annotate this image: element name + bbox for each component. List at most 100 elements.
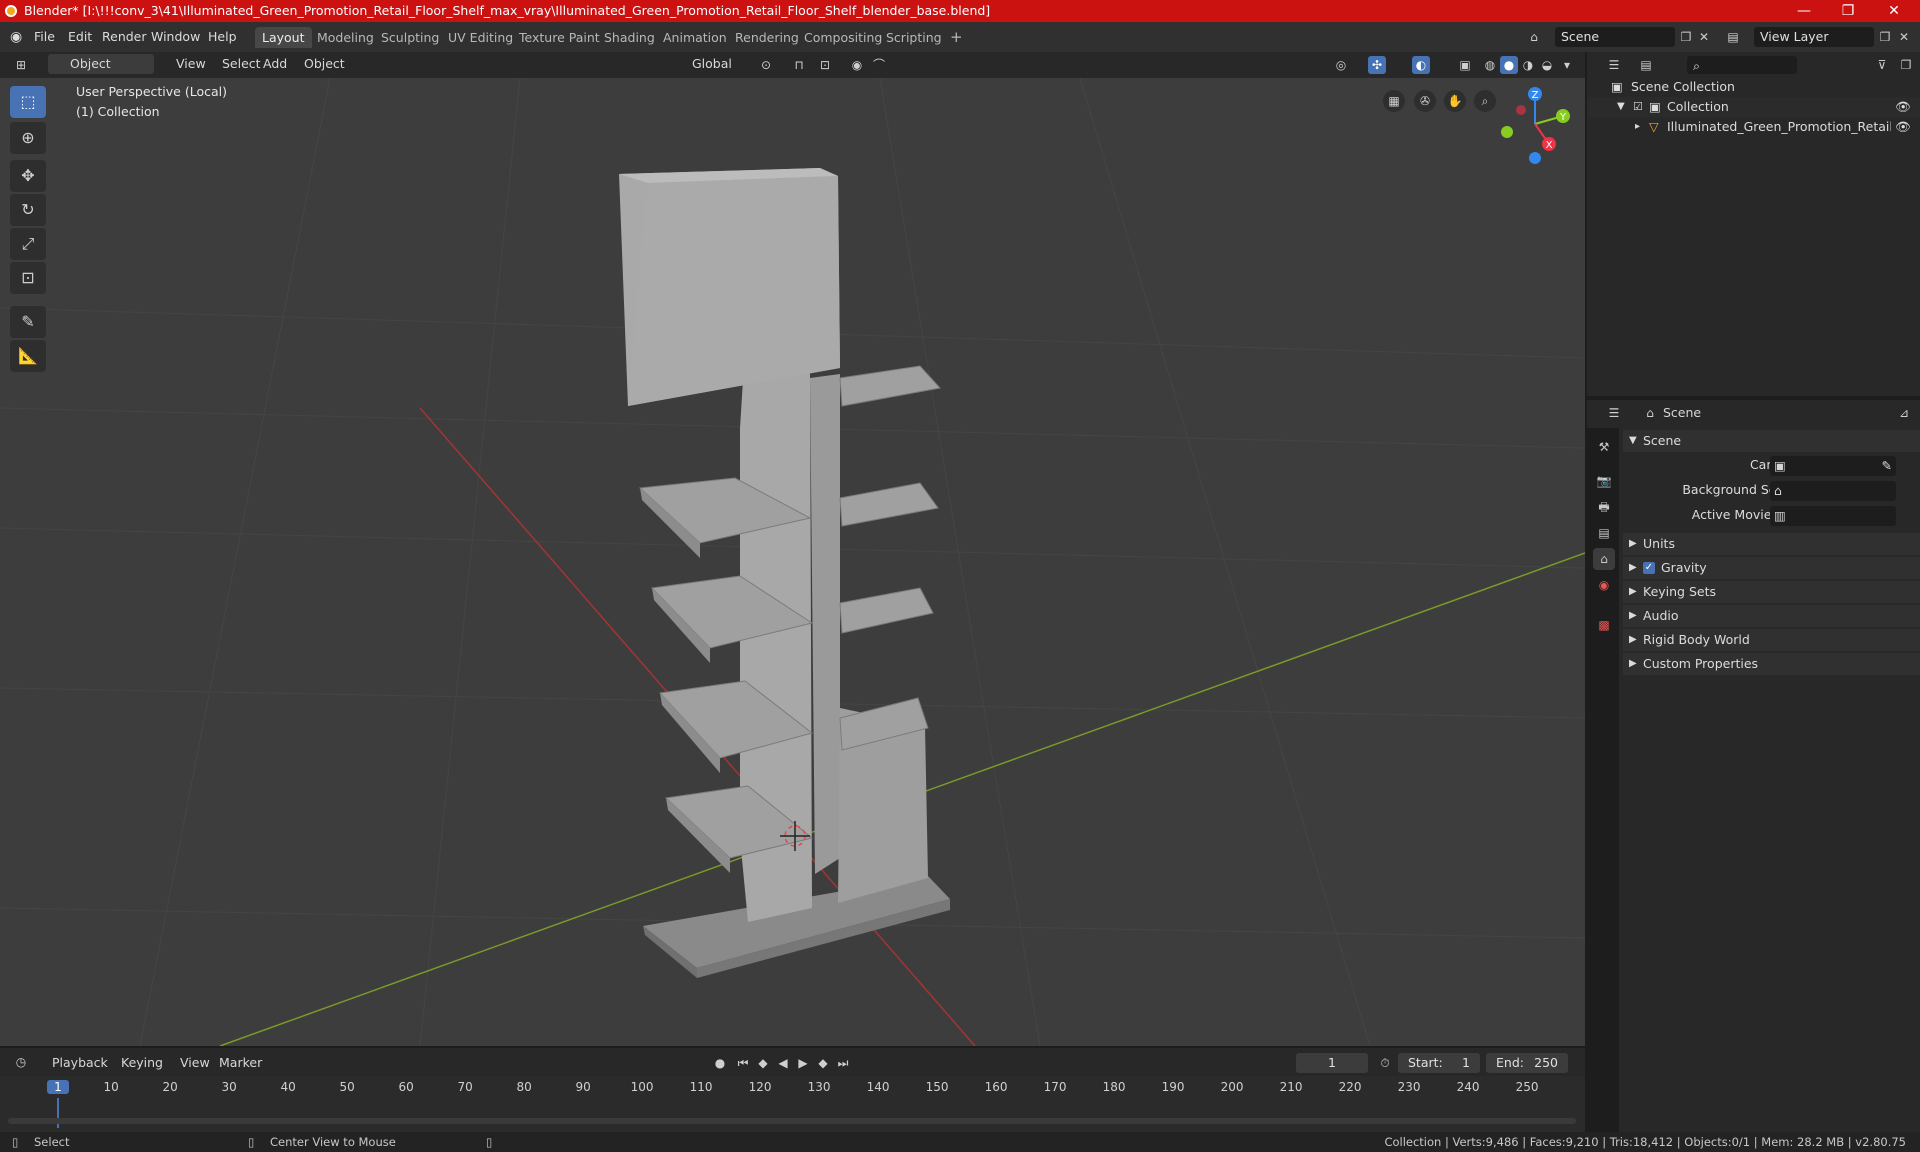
shelf-model[interactable]	[619, 168, 950, 978]
close-button[interactable]: ✕	[1872, 0, 1916, 22]
keying-sets-panel-header[interactable]: ▶ Keying Sets	[1623, 581, 1920, 603]
transform-orientation-dropdown[interactable]: Global	[672, 54, 738, 74]
texture-tab-icon[interactable]: ▩	[1593, 614, 1615, 636]
tab-scripting[interactable]: Scripting	[879, 27, 949, 48]
pivot-point-icon[interactable]: ⊙	[757, 56, 775, 74]
tab-modeling[interactable]: Modeling	[310, 27, 381, 48]
wireframe-shading-icon[interactable]: ◍	[1481, 56, 1499, 74]
play-reverse-icon[interactable]: ◀	[774, 1054, 792, 1072]
gizmo-neg-y-icon[interactable]	[1501, 126, 1513, 138]
tab-sculpting[interactable]: Sculpting	[374, 27, 446, 48]
gravity-panel-header[interactable]: ▶ ✓ Gravity	[1623, 557, 1920, 579]
audio-panel-header[interactable]: ▶ Audio	[1623, 605, 1920, 627]
menu-help[interactable]: Help	[208, 28, 237, 46]
outliner-row-object[interactable]: ▸ ▽ Illuminated_Green_Promotion_Retail_F…	[1587, 117, 1920, 137]
filter-icon[interactable]: ⊽	[1873, 56, 1891, 74]
view-layer-selector-icon[interactable]: ▤	[1724, 28, 1742, 46]
solid-shading-icon[interactable]: ●	[1500, 56, 1518, 74]
current-frame-field[interactable]: 1	[1296, 1053, 1368, 1073]
view-layer-field[interactable]: View Layer	[1754, 27, 1874, 47]
jump-start-icon[interactable]: ⏮	[734, 1054, 752, 1072]
render-tab-icon[interactable]: 📷	[1593, 470, 1615, 492]
outliner-search-input[interactable]: ⌕	[1687, 56, 1797, 74]
outliner-row-scene-collection[interactable]: ▣ Scene Collection	[1587, 77, 1920, 97]
eyedropper-icon[interactable]: ✎	[1882, 456, 1892, 476]
viewport-menu-view[interactable]: View	[170, 54, 212, 74]
jump-end-icon[interactable]: ⏭	[834, 1054, 852, 1072]
gravity-checkbox[interactable]: ✓	[1643, 562, 1655, 574]
output-tab-icon[interactable]: 🖶	[1593, 496, 1615, 518]
shading-options-icon[interactable]: ▾	[1558, 56, 1576, 74]
new-scene-icon[interactable]: ❐	[1677, 28, 1695, 46]
scene-panel-header[interactable]: ▼ Scene	[1623, 430, 1920, 452]
tab-compositing[interactable]: Compositing	[797, 27, 889, 48]
snap-target-icon[interactable]: ⊡	[816, 56, 834, 74]
proportional-editing-icon[interactable]: ◉	[848, 56, 866, 74]
navigation-gizmo[interactable]: Z Y X	[1497, 86, 1577, 166]
scene-tab-icon[interactable]: ⌂	[1593, 548, 1615, 570]
record-icon[interactable]: ●	[711, 1054, 729, 1072]
end-frame-field[interactable]: End: 250	[1486, 1053, 1568, 1073]
scale-tool-icon[interactable]: ⤢	[10, 228, 46, 260]
outliner-row-collection[interactable]: ▼ ☑ ▣ Collection 👁	[1587, 97, 1920, 117]
display-mode-icon[interactable]: ▤	[1637, 56, 1655, 74]
blender-menu-icon[interactable]: ◉	[10, 28, 22, 46]
new-collection-icon[interactable]: ❐	[1897, 56, 1915, 74]
maximize-button[interactable]: ❐	[1826, 0, 1870, 22]
next-keyframe-icon[interactable]: ◆	[814, 1054, 832, 1072]
xray-toggle-icon[interactable]: ▣	[1456, 56, 1474, 74]
delete-scene-icon[interactable]: ✕	[1695, 28, 1713, 46]
pin-icon[interactable]: ⊿	[1895, 404, 1913, 422]
tab-rendering[interactable]: Rendering	[728, 27, 806, 48]
mode-dropdown[interactable]: Object Mode	[48, 54, 154, 91]
snap-icon[interactable]: ⊓	[790, 56, 808, 74]
gizmo-neg-z-icon[interactable]	[1529, 152, 1541, 164]
tab-animation[interactable]: Animation	[656, 27, 734, 48]
camera-field[interactable]: ▣ ✎	[1770, 456, 1896, 476]
preview-range-icon[interactable]: ⏱	[1376, 1054, 1394, 1072]
editor-type-icon[interactable]: ⊞	[12, 56, 30, 74]
timeline-menu-view[interactable]: View	[174, 1053, 216, 1073]
material-shading-icon[interactable]: ◑	[1519, 56, 1537, 74]
menu-file[interactable]: File	[34, 28, 55, 46]
scene-selector-icon[interactable]: ⌂	[1525, 28, 1543, 46]
rigid-body-world-panel-header[interactable]: ▶ Rigid Body World	[1623, 629, 1920, 651]
timeline-menu-playback[interactable]: Playback	[46, 1053, 114, 1073]
collection-visibility-icon[interactable]: 👁	[1895, 97, 1911, 117]
tab-texture-paint[interactable]: Texture Paint	[512, 27, 607, 48]
menu-window[interactable]: Window	[151, 28, 200, 46]
collection-expand-icon[interactable]: ▼	[1617, 97, 1625, 117]
cursor-tool-icon[interactable]: ⊕	[10, 122, 46, 154]
properties-editor-type-icon[interactable]: ☰	[1605, 404, 1623, 422]
scene-name-field[interactable]: Scene	[1555, 27, 1675, 47]
select-box-tool-icon[interactable]: ⬚	[10, 86, 46, 118]
tab-uv-editing[interactable]: UV Editing	[441, 27, 520, 48]
units-panel-header[interactable]: ▶ Units	[1623, 533, 1920, 555]
start-frame-field[interactable]: Start: 1	[1398, 1053, 1480, 1073]
zoom-view-icon[interactable]: ⌕	[1474, 90, 1496, 112]
timeline-scrollbar[interactable]	[8, 1118, 1576, 1124]
grid-toggle-icon[interactable]: ▦	[1383, 90, 1405, 112]
annotate-tool-icon[interactable]: ✎	[10, 306, 46, 338]
outliner-editor-type-icon[interactable]: ☰	[1605, 56, 1623, 74]
gizmo-toggle-icon[interactable]: ✣	[1368, 56, 1386, 74]
transform-tool-icon[interactable]: ⊡	[10, 262, 46, 294]
tool-tab-icon[interactable]: ⚒	[1593, 436, 1615, 458]
minimize-button[interactable]: —	[1782, 0, 1826, 22]
measure-tool-icon[interactable]: 📐	[10, 340, 46, 372]
falloff-icon[interactable]: ⌒	[870, 56, 888, 74]
active-movie-clip-field[interactable]: ▥	[1770, 506, 1896, 526]
3d-viewport[interactable]: ⬚ ⊕ ✥ ↻ ⤢ ⊡ ✎ 📐 User Perspective (Local)…	[0, 78, 1585, 1046]
move-tool-icon[interactable]: ✥	[10, 160, 46, 192]
timeline-menu-keying[interactable]: Keying	[115, 1053, 169, 1073]
rotate-tool-icon[interactable]: ↻	[10, 194, 46, 226]
viewport-menu-add[interactable]: Add	[257, 54, 293, 74]
object-visibility-icon[interactable]: 👁	[1895, 117, 1911, 137]
menu-render[interactable]: Render	[102, 28, 147, 46]
tab-layout[interactable]: Layout	[255, 27, 312, 48]
current-frame-indicator[interactable]: 1	[47, 1080, 69, 1094]
prev-keyframe-icon[interactable]: ◆	[754, 1054, 772, 1072]
tab-shading[interactable]: Shading	[597, 27, 662, 48]
menu-edit[interactable]: Edit	[68, 28, 92, 46]
object-expand-icon[interactable]: ▸	[1635, 117, 1640, 137]
